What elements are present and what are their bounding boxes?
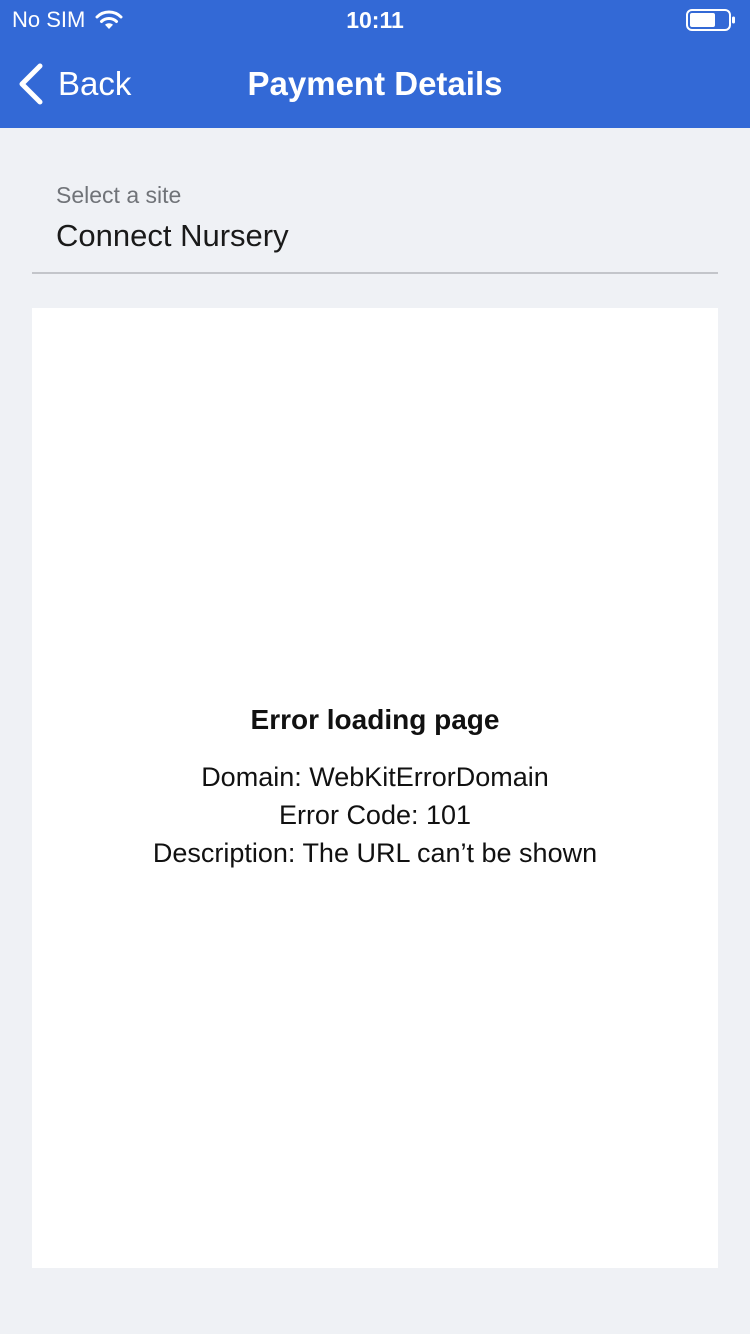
error-domain: Domain: WebKitErrorDomain xyxy=(201,762,549,792)
error-message: Error loading page Domain: WebKitErrorDo… xyxy=(32,702,718,872)
status-bar: No SIM 10:11 xyxy=(0,0,750,40)
error-title: Error loading page xyxy=(250,704,500,735)
status-time: 10:11 xyxy=(346,7,404,33)
error-code: Error Code: 101 xyxy=(278,800,472,830)
error-description: Description: The URL can’t be shown xyxy=(152,838,598,868)
app-header: No SIM 10:11 Back Payment Details xyxy=(0,0,750,128)
site-selector[interactable]: Select a site Connect Nursery xyxy=(32,168,718,274)
site-selector-label: Select a site xyxy=(56,182,182,208)
battery-icon xyxy=(686,9,735,31)
site-selector-value: Connect Nursery xyxy=(56,218,289,253)
navigation-bar: Back Payment Details xyxy=(0,40,750,128)
page-title: Payment Details xyxy=(247,65,503,102)
payment-webview[interactable]: Error loading page Domain: WebKitErrorDo… xyxy=(32,308,718,1268)
